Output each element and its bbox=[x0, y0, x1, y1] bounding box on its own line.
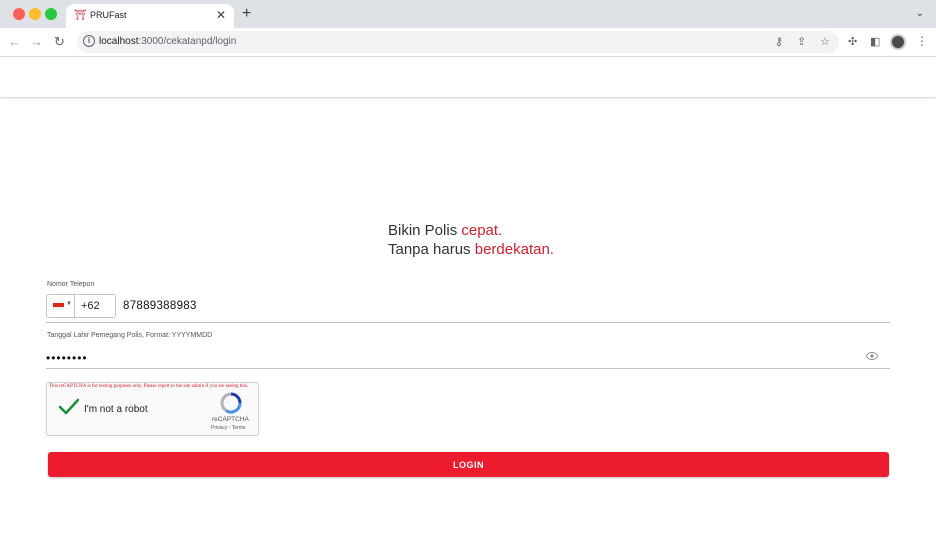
tab-close-icon[interactable]: ✕ bbox=[216, 8, 226, 22]
new-tab-icon[interactable]: + bbox=[242, 6, 251, 22]
dial-code: +62 bbox=[81, 300, 100, 312]
indonesia-flag-icon bbox=[53, 303, 64, 310]
kebab-menu-icon[interactable]: ⋮ bbox=[916, 34, 928, 48]
side-panel-icon[interactable]: ◧ bbox=[870, 35, 880, 49]
browser-toolbar: ← → ↻ i localhost:3000/cekatanpd/login ⚷… bbox=[0, 28, 936, 57]
phone-underline bbox=[46, 322, 890, 323]
forward-arrow-icon[interactable]: → bbox=[30, 34, 43, 50]
profile-avatar[interactable] bbox=[890, 34, 906, 50]
browser-tab-strip: ⛩ PRUFast ✕ + ⌄ bbox=[0, 0, 936, 28]
country-divider bbox=[74, 295, 75, 317]
phone-label: Nomor Telepon bbox=[47, 281, 95, 288]
login-button[interactable]: LOGIN bbox=[48, 452, 889, 477]
tagline: Bikin Polis cepat. Tanpa harus berdekata… bbox=[388, 221, 554, 259]
minimize-window-button[interactable] bbox=[29, 8, 41, 20]
back-arrow-icon[interactable]: ← bbox=[8, 34, 21, 50]
tagline-1-accent: cepat. bbox=[461, 222, 503, 239]
tagline-2-accent: berdekatan. bbox=[474, 241, 554, 258]
dob-password-input[interactable]: •••••••• bbox=[46, 351, 88, 365]
address-bar[interactable]: i localhost:3000/cekatanpd/login ⚷ ⇪ ☆ bbox=[77, 31, 839, 53]
extensions-icon[interactable]: ✣ bbox=[848, 35, 857, 49]
tagline-line-2: Tanpa harus berdekatan. bbox=[388, 240, 554, 259]
reload-icon[interactable]: ↻ bbox=[54, 34, 65, 50]
key-icon[interactable]: ⚷ bbox=[775, 35, 783, 49]
info-icon[interactable]: i bbox=[83, 35, 95, 47]
recaptcha-widget: This reCAPTCHA is for testing purposes o… bbox=[46, 382, 259, 436]
share-icon[interactable]: ⇪ bbox=[797, 35, 806, 49]
tagline-2-text: Tanpa harus bbox=[388, 241, 475, 258]
close-window-button[interactable] bbox=[13, 8, 25, 20]
dob-label: Tanggal Lahir Pemegang Polis, Format: YY… bbox=[47, 332, 213, 339]
recaptcha-logo-icon bbox=[220, 392, 242, 414]
tab-title: PRUFast bbox=[90, 10, 127, 20]
tagline-1-text: Bikin Polis bbox=[388, 222, 462, 239]
url-path: :3000/cekatanpd/login bbox=[138, 36, 237, 47]
browser-tab[interactable]: ⛩ PRUFast ✕ bbox=[66, 4, 234, 28]
recaptcha-label[interactable]: I'm not a robot bbox=[84, 404, 148, 415]
tagline-line-1: Bikin Polis cepat. bbox=[388, 221, 554, 240]
star-icon[interactable]: ☆ bbox=[820, 35, 830, 49]
country-code-select[interactable]: ▼ +62 bbox=[46, 294, 116, 318]
recaptcha-brand: reCAPTCHA bbox=[212, 416, 249, 423]
recaptcha-privacy-terms[interactable]: Privacy - Terms bbox=[211, 425, 245, 431]
dob-underline bbox=[46, 368, 890, 369]
maximize-window-button[interactable] bbox=[45, 8, 57, 20]
url-host: localhost bbox=[99, 36, 139, 47]
app-header bbox=[0, 58, 936, 97]
pru-logo-icon: ⛩ bbox=[74, 10, 87, 21]
phone-input[interactable]: 87889388983 bbox=[123, 300, 197, 312]
eye-icon[interactable] bbox=[866, 351, 878, 361]
tab-search-chevron-icon[interactable]: ⌄ bbox=[916, 8, 924, 19]
url-text: localhost:3000/cekatanpd/login bbox=[99, 36, 236, 47]
caret-down-icon: ▼ bbox=[66, 301, 72, 307]
checkmark-icon[interactable] bbox=[59, 398, 79, 416]
recaptcha-test-warning: This reCAPTCHA is for testing purposes o… bbox=[49, 384, 249, 389]
